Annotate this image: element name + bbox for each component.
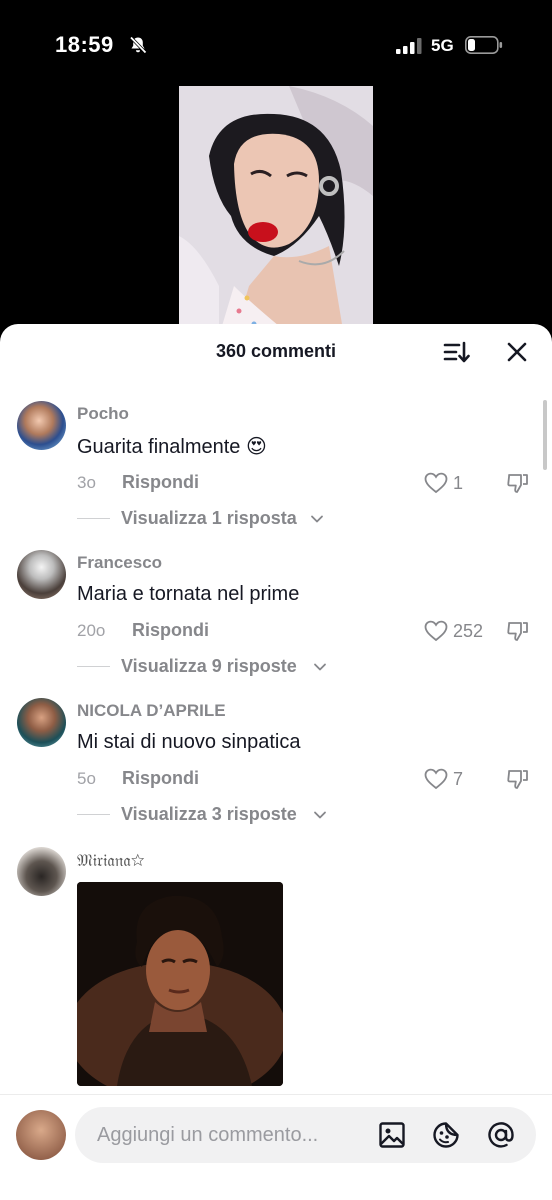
video-player[interactable] [0,86,552,336]
status-bar: 18:59 5G [0,0,552,86]
my-avatar[interactable] [16,1110,66,1160]
sticker-icon[interactable] [431,1120,461,1150]
like-count: 1 [453,473,464,493]
replies-divider [77,814,110,815]
thumb-down-icon[interactable] [506,471,530,495]
scrollbar[interactable] [543,400,547,470]
comments-sheet: 360 commenti Pocho Guarita finalmente 😍 … [0,324,552,1200]
signal-strength-icon [396,38,422,54]
comment-photo-illustration [77,882,283,1086]
comment-input[interactable] [97,1121,377,1149]
comment-image[interactable] [77,882,283,1086]
avatar[interactable] [17,847,66,896]
view-replies-button[interactable]: Visualizza 1 risposta [121,508,297,529]
chevron-down-icon[interactable] [313,660,327,674]
comment-text: Mi stai di nuovo sinpatica [77,731,301,753]
comments-header: 360 commenti [0,324,552,380]
comment-input-container[interactable] [75,1107,536,1163]
network-type: 5G [431,36,454,55]
avatar[interactable] [17,698,66,747]
chevron-down-icon[interactable] [313,808,327,822]
replies-divider [77,666,110,667]
heart-outline-icon[interactable] [424,768,448,790]
view-replies-button[interactable]: Visualizza 3 risposte [121,804,297,825]
comment-text: Guarita finalmente 😍 [77,436,267,458]
comment-age: 3o [77,473,96,492]
status-time: 18:59 [55,32,114,57]
reply-button[interactable]: Rispondi [122,768,199,789]
comment-username[interactable]: Pocho [77,404,129,424]
heart-outline-icon[interactable] [424,620,448,642]
like-count: 252 [453,621,484,641]
comment-age: 20o [77,621,106,640]
comment-username[interactable]: 𝔐𝔦𝔯𝔦𝔞𝔫𝔞☆ [77,851,145,871]
avatar[interactable] [17,550,66,599]
like-count: 7 [453,769,464,789]
battery-icon [465,36,503,54]
comment-text: Maria e tornata nel prime [77,583,300,605]
close-icon[interactable] [503,338,531,366]
avatar[interactable] [17,401,66,450]
video-thumbnail[interactable] [179,86,373,336]
comment-username[interactable]: Francesco [77,553,162,573]
comment-username[interactable]: NICOLA D’APRILE [77,701,226,721]
view-replies-button[interactable]: Visualizza 9 risposte [121,656,297,677]
at-icon[interactable] [486,1120,516,1150]
image-icon[interactable] [377,1120,407,1150]
heart-outline-icon[interactable] [424,472,448,494]
chevron-down-icon[interactable] [310,512,324,526]
reply-button[interactable]: Rispondi [122,472,199,493]
video-frame-illustration [179,86,373,336]
reply-button[interactable]: Rispondi [132,620,209,641]
comment-composer [0,1094,552,1200]
thumb-down-icon[interactable] [506,619,530,643]
thumb-down-icon[interactable] [506,767,530,791]
replies-divider [77,518,110,519]
bell-slash-icon [129,36,147,54]
sort-icon[interactable] [442,338,470,366]
comment-age: 5o [77,769,96,788]
